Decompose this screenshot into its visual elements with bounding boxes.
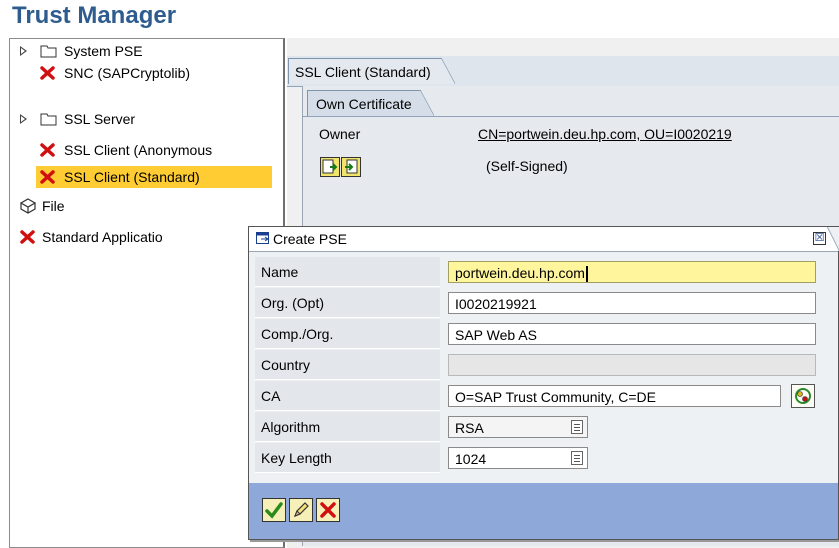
expand-arrow-icon[interactable] — [20, 114, 27, 124]
ca-field[interactable]: O=SAP Trust Community, C=DE — [448, 385, 781, 407]
expand-arrow-icon[interactable] — [20, 46, 27, 56]
dialog-title: Create PSE — [273, 231, 347, 247]
name-row: Name portwein.deu.hp.com — [255, 257, 839, 287]
country-field — [448, 354, 816, 376]
export-certificate-button[interactable] — [341, 157, 361, 177]
tree-item-ssl-server[interactable]: SSL Server — [62, 108, 137, 130]
comp-org-field[interactable]: SAP Web AS — [448, 323, 816, 345]
tree-item-system-pse[interactable]: System PSE — [62, 40, 145, 62]
dialog-footer — [249, 483, 838, 539]
divider — [302, 116, 839, 117]
certificate-status: (Self-Signed) — [486, 158, 568, 174]
algorithm-row: Algorithm RSA — [255, 412, 839, 442]
tree-item-standard-applications[interactable]: Standard Applicatio — [40, 226, 165, 248]
owner-value-link[interactable]: CN=portwein.deu.hp.com, OU=I0020219 — [478, 124, 839, 144]
tree-item-ssl-client-anonymous[interactable]: SSL Client (Anonymous — [62, 139, 214, 161]
cancel-icon — [320, 502, 336, 518]
tab-own-certificate[interactable]: Own Certificate — [307, 90, 434, 117]
text-caret — [585, 266, 588, 282]
ca-search-help-button[interactable] — [791, 384, 815, 408]
name-label: Name — [255, 257, 440, 287]
checkmark-icon — [265, 502, 283, 519]
edit-button[interactable] — [289, 498, 313, 522]
comp-row: Comp./Org. SAP Web AS — [255, 319, 839, 349]
folder-icon — [40, 44, 57, 58]
red-x-icon — [20, 230, 35, 244]
dialog-window-icon — [256, 232, 270, 248]
cube-icon — [20, 198, 36, 214]
confirm-button[interactable] — [262, 498, 286, 522]
red-x-icon — [40, 143, 55, 157]
tree-item-snc[interactable]: SNC (SAPCryptolib) — [62, 62, 192, 84]
close-icon[interactable]: ☒ — [813, 232, 826, 245]
keylength-label: Key Length — [255, 443, 440, 473]
country-label: Country — [255, 350, 440, 380]
country-row: Country — [255, 350, 839, 380]
algorithm-label: Algorithm — [255, 412, 440, 442]
keylength-select[interactable]: 1024 — [448, 447, 588, 469]
owner-label: Owner — [319, 126, 361, 142]
comp-label: Comp./Org. — [255, 319, 440, 349]
folder-icon — [40, 112, 57, 126]
pencil-icon — [293, 502, 309, 518]
cancel-button[interactable] — [316, 498, 340, 522]
org-row: Org. (Opt) I0020219921 — [255, 288, 839, 318]
import-certificate-button[interactable] — [320, 157, 340, 177]
dialog-titlebar[interactable]: Create PSE ☒ — [249, 227, 839, 252]
tab-ssl-client-standard[interactable]: SSL Client (Standard) — [288, 58, 455, 84]
ca-row: CA O=SAP Trust Community, C=DE — [255, 381, 839, 411]
org-field[interactable]: I0020219921 — [448, 292, 816, 314]
dropdown-icon[interactable] — [571, 420, 583, 434]
tree-item-ssl-client-standard[interactable]: SSL Client (Standard) — [62, 166, 202, 188]
red-x-icon — [40, 170, 55, 184]
ca-label: CA — [255, 381, 440, 411]
dropdown-icon[interactable] — [571, 451, 583, 465]
algorithm-select[interactable]: RSA — [448, 416, 588, 438]
import-icon — [322, 159, 338, 174]
red-x-icon — [40, 66, 55, 80]
create-pse-dialog: Create PSE ☒ Name portwein.deu.hp.com Or… — [248, 226, 839, 540]
name-field[interactable]: portwein.deu.hp.com — [448, 261, 816, 283]
export-icon — [345, 159, 358, 174]
keylength-row: Key Length 1024 — [255, 443, 839, 473]
tree-item-file[interactable]: File — [40, 195, 67, 217]
value-help-icon — [795, 388, 811, 404]
page-title: Trust Manager — [12, 2, 177, 29]
org-label: Org. (Opt) — [255, 288, 440, 318]
dialog-title-slant — [827, 227, 839, 251]
